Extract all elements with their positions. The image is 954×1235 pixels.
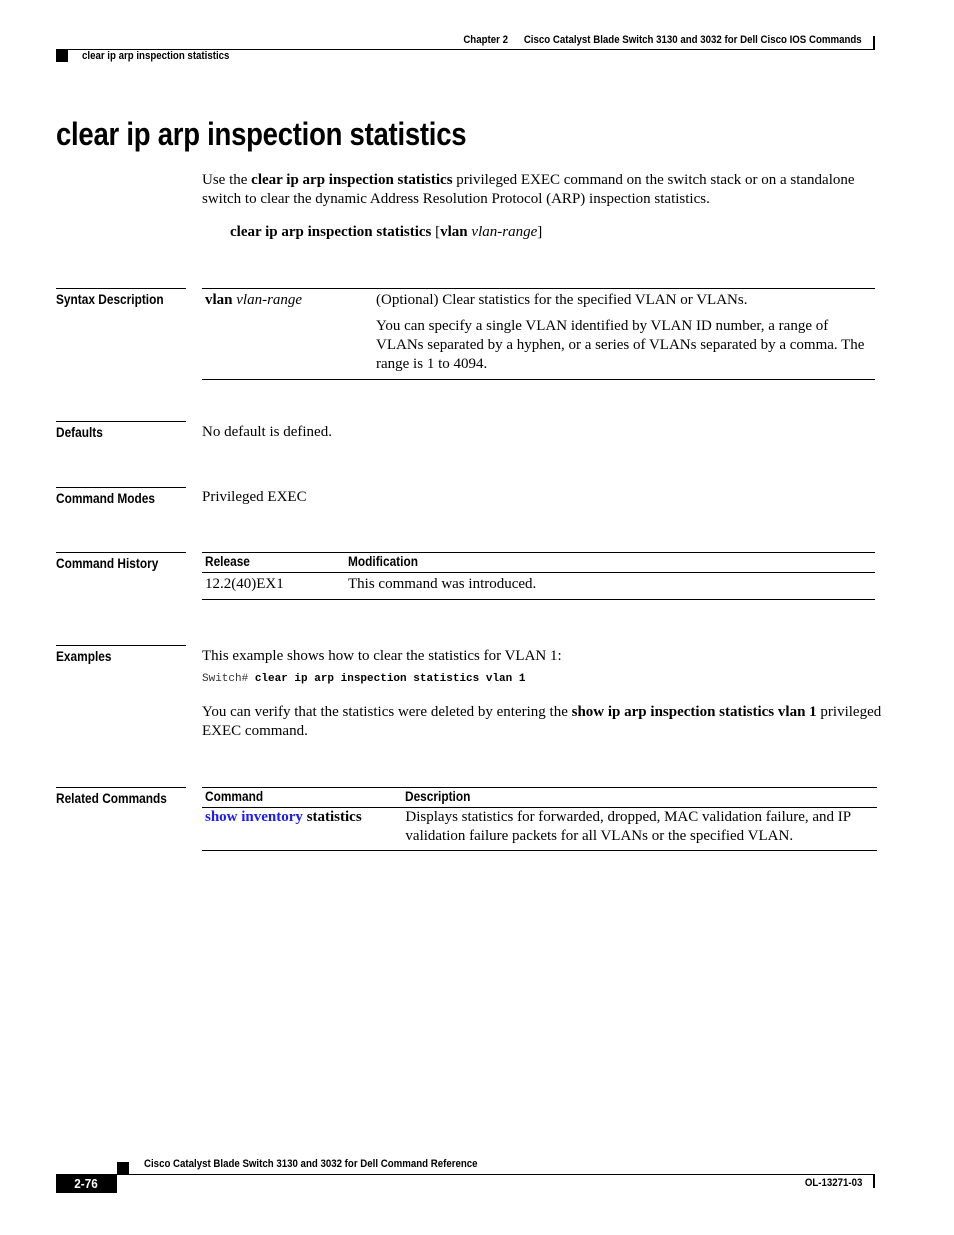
column-header-description: Description bbox=[405, 789, 471, 804]
command-history-table: Release Modification 12.2(40)EX1 This co… bbox=[202, 552, 875, 600]
footer-block-marker bbox=[117, 1162, 129, 1174]
column-header-modification: Modification bbox=[348, 554, 418, 569]
verify-text-pre: You can verify that the statistics were … bbox=[202, 704, 572, 720]
syntax-open-bracket: [ bbox=[431, 224, 441, 240]
page-number: 2-76 bbox=[56, 1174, 117, 1193]
syntax-keyword: vlan bbox=[440, 224, 468, 240]
page-title: clear ip arp inspection statistics bbox=[56, 116, 467, 152]
footer-book-title: Cisco Catalyst Blade Switch 3130 and 303… bbox=[144, 1158, 478, 1170]
example-code-block: Switch# clear ip arp inspection statisti… bbox=[202, 673, 525, 685]
table-row: vlan vlan-range (Optional) Clear statist… bbox=[202, 289, 875, 379]
footer-rule bbox=[117, 1174, 875, 1175]
code-prompt: Switch# bbox=[202, 673, 255, 685]
table-row: show inventory statistics Displays stati… bbox=[202, 808, 877, 850]
related-command-link[interactable]: show inventory bbox=[205, 809, 303, 825]
release-cell: 12.2(40)EX1 bbox=[205, 576, 284, 592]
related-command-cell: show inventory statistics bbox=[202, 808, 402, 846]
command-syntax: clear ip arp inspection statistics [vlan… bbox=[230, 223, 542, 242]
section-label-syntax-description: Syntax Description bbox=[56, 288, 186, 307]
table-header-row: Release Modification bbox=[202, 553, 875, 573]
related-commands-table: Command Description show inventory stati… bbox=[202, 787, 877, 851]
chapter-title: Cisco Catalyst Blade Switch 3130 and 303… bbox=[524, 34, 862, 46]
header-vertical-bar bbox=[873, 36, 875, 50]
chapter-number: Chapter 2 bbox=[463, 34, 509, 46]
running-header-chapter: Chapter 2 Cisco Catalyst Blade Switch 313… bbox=[464, 34, 862, 46]
syntax-command: clear ip arp inspection statistics bbox=[230, 224, 432, 240]
examples-intro: This example shows how to clear the stat… bbox=[202, 648, 562, 664]
examples-verify-paragraph: You can verify that the statistics were … bbox=[202, 703, 882, 741]
code-command: clear ip arp inspection statistics vlan … bbox=[254, 673, 526, 685]
intro-text-pre: Use the bbox=[202, 172, 252, 188]
footer-vertical-bar bbox=[873, 1174, 875, 1188]
running-header-section: clear ip arp inspection statistics bbox=[82, 50, 230, 62]
section-label-defaults: Defaults bbox=[56, 421, 186, 440]
syntax-param-cell: vlan vlan-range bbox=[202, 290, 373, 374]
section-label-command-modes: Command Modes bbox=[56, 487, 186, 506]
modification-cell: This command was introduced. bbox=[348, 576, 537, 592]
column-header-command: Command bbox=[205, 789, 264, 804]
footer-document-number: OL-13271-03 bbox=[804, 1177, 862, 1189]
section-label-related-commands: Related Commands bbox=[56, 787, 186, 806]
command-modes-text: Privileged EXEC bbox=[202, 489, 307, 505]
column-header-release: Release bbox=[205, 554, 250, 569]
related-command-suffix: statistics bbox=[302, 809, 362, 825]
section-label-command-history: Command History bbox=[56, 552, 186, 571]
intro-command: clear ip arp inspection statistics bbox=[251, 172, 453, 188]
intro-paragraph: Use the clear ip arp inspection statisti… bbox=[202, 171, 882, 209]
header-block-marker bbox=[56, 50, 68, 62]
section-label-examples: Examples bbox=[56, 645, 186, 664]
syntax-close-bracket: ] bbox=[537, 224, 543, 240]
param-keyword: vlan bbox=[205, 292, 233, 308]
param-description-line: (Optional) Clear statistics for the spec… bbox=[376, 292, 748, 308]
syntax-argument: vlan-range bbox=[471, 224, 538, 240]
related-command-description: Displays statistics for forwarded, dropp… bbox=[405, 809, 851, 844]
verify-command: show ip arp inspection statistics vlan 1 bbox=[571, 704, 817, 720]
param-argument: vlan-range bbox=[236, 292, 303, 308]
syntax-param-description: (Optional) Clear statistics for the spec… bbox=[373, 290, 874, 374]
defaults-text: No default is defined. bbox=[202, 424, 332, 440]
table-row: 12.2(40)EX1 This command was introduced. bbox=[202, 573, 875, 599]
syntax-description-table: vlan vlan-range (Optional) Clear statist… bbox=[202, 288, 875, 380]
table-header-row: Command Description bbox=[202, 788, 877, 808]
param-description-line: You can specify a single VLAN identified… bbox=[376, 318, 865, 372]
